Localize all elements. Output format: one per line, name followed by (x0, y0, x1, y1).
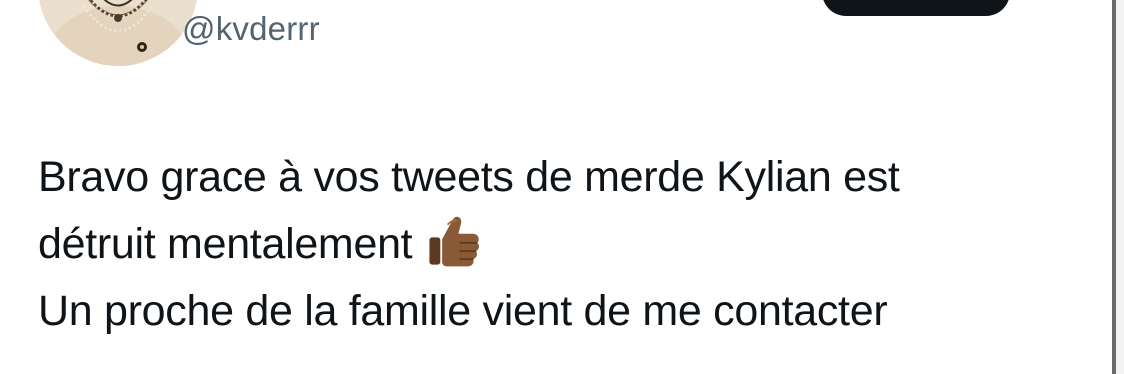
tweet-line: Un proche de la famille vient de me cont… (38, 278, 1078, 345)
tweet-text: Bravo grace à vos tweets de merde Kylian… (38, 144, 1078, 345)
tweet-line-text: Bravo grace à vos tweets de merde Kylian… (38, 153, 900, 201)
thumbs-up-icon (424, 212, 482, 270)
follow-button[interactable] (822, 0, 1010, 16)
user-handle[interactable]: @kvderrr (182, 10, 320, 48)
avatar-image (38, 0, 198, 66)
tweet-line: détruit mentalement (38, 211, 1078, 278)
avatar[interactable] (38, 0, 198, 66)
tweet-card: @kvderrr Bravo grace à vos tweets de mer… (0, 0, 1124, 374)
tweet-line: Bravo grace à vos tweets de merde Kylian… (38, 144, 1078, 211)
tweet-line-text: détruit mentalement (38, 220, 413, 268)
scrollbar-track (1116, 0, 1124, 374)
tweet-line-text: Un proche de la famille vient de me cont… (38, 287, 888, 335)
